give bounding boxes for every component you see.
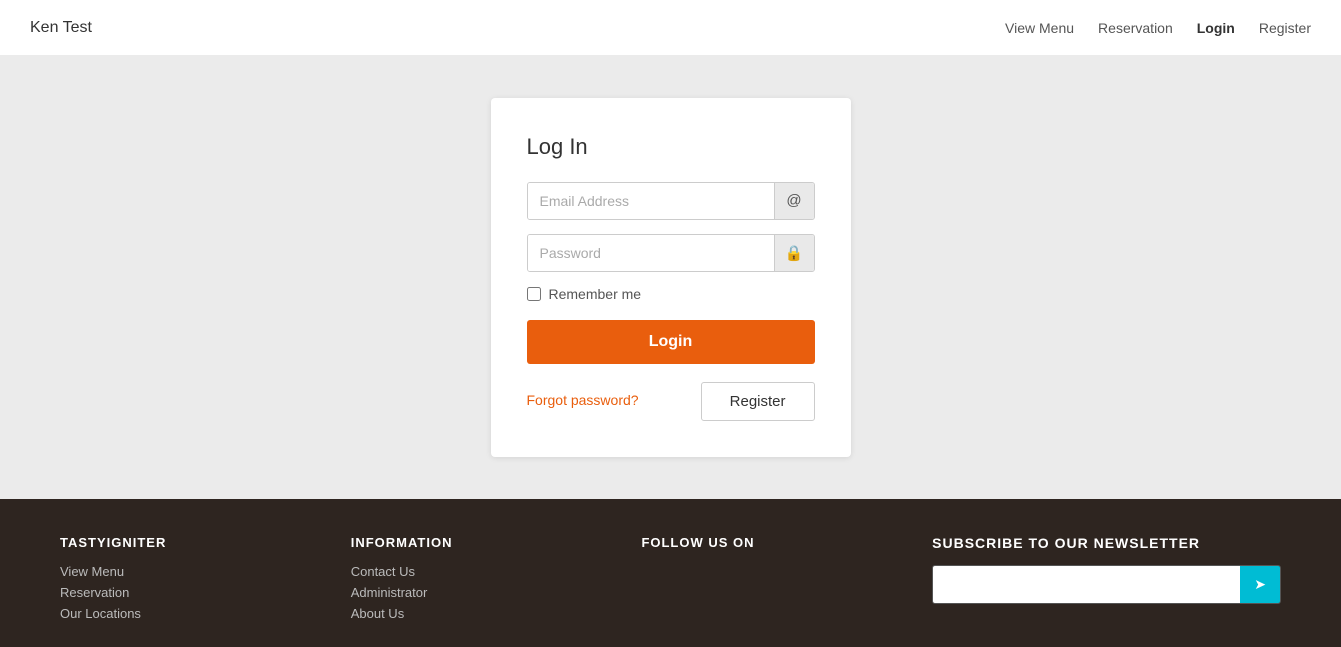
bottom-row: Forgot password? Register (527, 382, 815, 421)
main-content: Log In @ 🔒 Remember me Login Forgot pass… (0, 55, 1341, 499)
password-field[interactable] (528, 235, 774, 271)
footer-link-administrator[interactable]: Administrator (351, 585, 642, 600)
nav-view-menu[interactable]: View Menu (1005, 20, 1074, 36)
footer-link-contact-us[interactable]: Contact Us (351, 564, 642, 579)
newsletter-form: ➤ (932, 565, 1281, 604)
footer-link-about-us[interactable]: About Us (351, 606, 642, 621)
site-header: Ken Test View Menu Reservation Login Reg… (0, 0, 1341, 55)
footer-col-newsletter: Subscribe to our newsletter ➤ (932, 535, 1281, 627)
footer-heading-newsletter: Subscribe to our newsletter (932, 535, 1281, 551)
newsletter-submit-button[interactable]: ➤ (1240, 566, 1280, 603)
footer-heading-information: INFORMATION (351, 535, 642, 550)
nav-register[interactable]: Register (1259, 20, 1311, 36)
password-input-group: 🔒 (527, 234, 815, 272)
newsletter-email-input[interactable] (933, 566, 1240, 603)
footer-link-our-locations[interactable]: Our Locations (60, 606, 351, 621)
footer-link-reservation[interactable]: Reservation (60, 585, 351, 600)
footer-col-tastyigniter: TASTYIGNITER View Menu Reservation Our L… (60, 535, 351, 627)
footer-link-view-menu[interactable]: View Menu (60, 564, 351, 579)
nav-reservation[interactable]: Reservation (1098, 20, 1173, 36)
login-card: Log In @ 🔒 Remember me Login Forgot pass… (491, 98, 851, 457)
nav-login[interactable]: Login (1197, 20, 1235, 36)
main-nav: View Menu Reservation Login Register (1005, 20, 1311, 36)
footer-heading-follow: FOLLOW US ON (641, 535, 932, 550)
email-input-group: @ (527, 182, 815, 220)
remember-label: Remember me (549, 286, 642, 302)
at-icon: @ (774, 183, 814, 219)
lock-icon: 🔒 (774, 235, 814, 271)
site-footer: TASTYIGNITER View Menu Reservation Our L… (0, 499, 1341, 647)
remember-row: Remember me (527, 286, 815, 302)
login-title: Log In (527, 134, 815, 160)
footer-heading-tastyigniter: TASTYIGNITER (60, 535, 351, 550)
footer-col-information: INFORMATION Contact Us Administrator Abo… (351, 535, 642, 627)
register-button[interactable]: Register (701, 382, 815, 421)
forgot-password-link[interactable]: Forgot password? (527, 391, 639, 411)
logo[interactable]: Ken Test (30, 19, 92, 37)
remember-checkbox[interactable] (527, 287, 541, 301)
footer-col-social: FOLLOW US ON (641, 535, 932, 627)
login-button[interactable]: Login (527, 320, 815, 364)
email-field[interactable] (528, 183, 774, 219)
